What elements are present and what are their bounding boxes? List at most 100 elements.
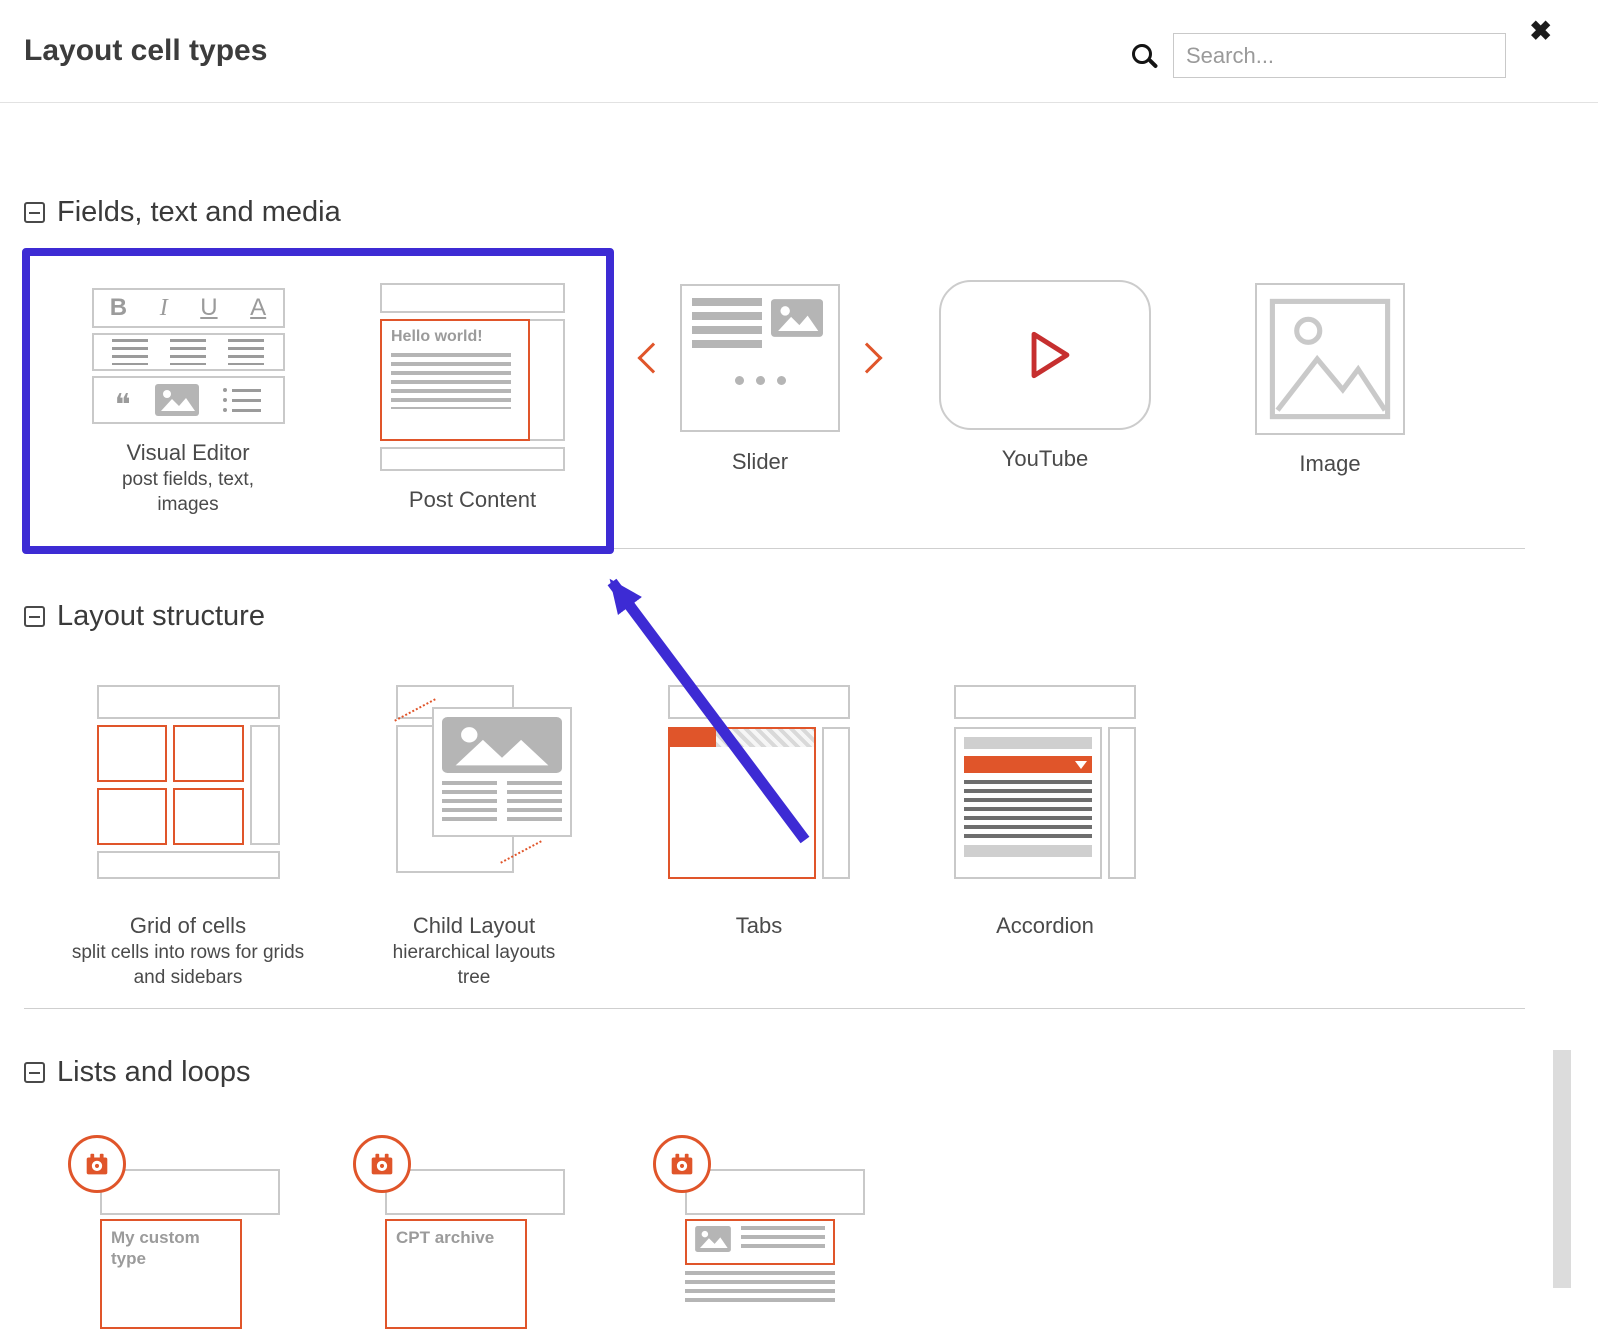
footer-bar: [97, 851, 280, 879]
text-lines: [964, 780, 1092, 838]
sidebar-column: [822, 727, 850, 879]
image-thumbnail-icon: [694, 1226, 732, 1252]
loop-preview-box: My custom type: [100, 1219, 242, 1329]
collapse-icon[interactable]: [24, 1062, 45, 1083]
tab-panel: [668, 727, 816, 879]
modal-title: Layout cell types: [24, 34, 267, 68]
header-bar: [380, 283, 565, 313]
search-icon: [1132, 44, 1152, 64]
play-icon: [1006, 316, 1084, 394]
cell-youtube[interactable]: YouTube: [930, 280, 1160, 472]
text-lines: [685, 1271, 835, 1305]
loop-preview-box: [685, 1219, 835, 1265]
hello-world-text: Hello world!: [391, 328, 519, 346]
cell-post-content[interactable]: Hello world! Post Content: [355, 283, 590, 513]
accordion-panel: [954, 727, 1102, 879]
cell-label: YouTube: [1002, 446, 1088, 472]
visual-editor-icon: B I U A ❝: [92, 288, 285, 424]
cell-grid-of-cells[interactable]: Grid of cells split cells into rows for …: [60, 685, 316, 990]
cell-label: Visual Editor: [126, 440, 249, 466]
cell-child-layout[interactable]: Child Layout hierarchical layouts tree: [358, 685, 590, 990]
slide-frame: [680, 284, 840, 432]
underline-icon: U: [200, 294, 217, 322]
cell-custom-type-loop[interactable]: My custom type: [68, 1135, 288, 1335]
cell-subtitle: post fields, text, images: [103, 468, 273, 517]
child-layout-icon: [374, 685, 574, 885]
header-bar: [685, 1169, 865, 1215]
header-bar: [954, 685, 1136, 719]
cell-accordion[interactable]: Accordion: [945, 685, 1145, 939]
grid-cells: [97, 725, 244, 845]
cell-post-list-loop[interactable]: [653, 1135, 873, 1335]
youtube-icon: [939, 280, 1151, 430]
image-placeholder-icon: [1266, 294, 1394, 424]
tabs-icon: [668, 685, 850, 879]
image-thumbnail-icon: [771, 298, 823, 338]
cell-subtitle: hierarchical layouts tree: [379, 941, 569, 990]
sidebar-column: [250, 725, 280, 845]
sidebar-column: [1108, 727, 1136, 879]
cell-tabs[interactable]: Tabs: [660, 685, 858, 939]
collapsed-row: [964, 845, 1092, 857]
section-divider: [24, 548, 1525, 549]
tab-strip: [670, 729, 814, 747]
active-tab: [670, 729, 716, 747]
inactive-tabs: [716, 729, 814, 747]
image-thumbnail-icon: [442, 717, 562, 773]
cell-label: Child Layout: [413, 913, 535, 939]
collapse-icon[interactable]: [24, 606, 45, 627]
align-toolbar: [92, 333, 285, 371]
view-loop-icon: [68, 1135, 126, 1193]
text-lines: [391, 353, 511, 409]
media-toolbar: ❝: [92, 376, 285, 424]
grid-of-cells-icon: [97, 685, 280, 879]
cell-cpt-archive-loop[interactable]: CPT archive: [353, 1135, 573, 1335]
footer-bar: [380, 447, 565, 471]
accordion-icon: [954, 685, 1136, 879]
header-bar: [97, 685, 280, 719]
chevron-right-icon: [851, 342, 882, 373]
cell-label: Accordion: [996, 913, 1094, 939]
cell-subtitle: split cells into rows for grids and side…: [71, 941, 306, 990]
close-icon[interactable]: ✖: [1529, 18, 1552, 45]
loop-preview-text: CPT archive: [396, 1227, 516, 1248]
caret-down-icon: [1075, 761, 1087, 769]
scrollbar[interactable]: [1553, 1050, 1571, 1288]
bold-icon: B: [110, 294, 127, 322]
slider-dots-icon: [692, 372, 828, 390]
text-lines: [692, 298, 762, 350]
text-columns: [442, 781, 562, 821]
header-bar: [668, 685, 850, 719]
section-header-structure[interactable]: Layout structure: [24, 600, 265, 633]
content-box: Hello world!: [380, 319, 530, 441]
post-content-icon: Hello world!: [380, 283, 565, 471]
bullet-list-icon: [223, 388, 261, 412]
sidebar-column: [525, 319, 565, 441]
chevron-left-icon: [637, 342, 668, 373]
image-thumbnail-icon: [155, 384, 199, 416]
cell-visual-editor[interactable]: B I U A ❝ Visual Editor post fields, tex…: [60, 288, 316, 517]
slider-icon: [642, 283, 878, 433]
child-card: [432, 707, 572, 837]
section-header-lists[interactable]: Lists and loops: [24, 1056, 250, 1089]
cell-image[interactable]: Image: [1230, 283, 1430, 477]
section-title: Layout structure: [57, 600, 265, 633]
cell-label: Post Content: [409, 487, 536, 513]
cell-label: Grid of cells: [130, 913, 246, 939]
collapse-icon[interactable]: [24, 202, 45, 223]
cell-label: Image: [1299, 451, 1360, 477]
cell-label: Slider: [732, 449, 788, 475]
header-bar: [100, 1169, 280, 1215]
modal-header: Layout cell types ✖: [0, 0, 1598, 103]
italic-icon: I: [160, 295, 168, 322]
align-center-icon: [170, 339, 206, 365]
text-color-icon: A: [250, 294, 266, 322]
collapsed-row: [964, 737, 1092, 749]
image-icon: [1255, 283, 1405, 435]
align-left-icon: [112, 339, 148, 365]
header-bar: [385, 1169, 565, 1215]
search-input[interactable]: [1173, 33, 1506, 78]
cell-slider[interactable]: Slider: [628, 283, 892, 475]
section-header-fields[interactable]: Fields, text and media: [24, 196, 341, 229]
cell-label: Tabs: [736, 913, 782, 939]
